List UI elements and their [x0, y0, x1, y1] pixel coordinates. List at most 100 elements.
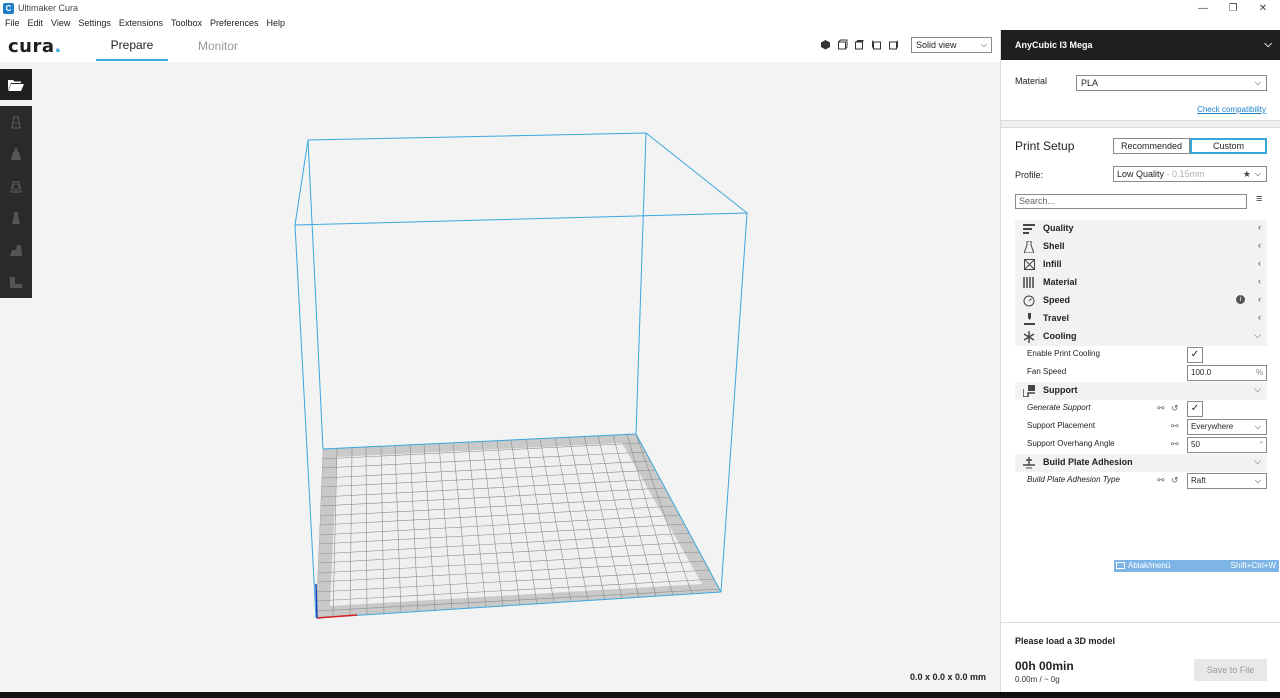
open-file-button[interactable] [0, 69, 32, 100]
reset-icon[interactable]: ↺ [1171, 403, 1179, 414]
info-icon[interactable]: i [1236, 295, 1245, 304]
cura-logo: cura. [8, 36, 62, 57]
support-overhang-unit: ° [1259, 440, 1263, 449]
3d-viewport[interactable] [32, 62, 1000, 692]
view-3d-icon[interactable] [820, 39, 831, 50]
menu-file[interactable]: File [5, 18, 20, 28]
category-cooling[interactable]: Cooling ⌵ [1015, 328, 1267, 346]
chevron-left-icon: ‹ [1258, 276, 1261, 286]
category-quality[interactable]: Quality ‹ [1015, 220, 1267, 238]
adhesion-type-value: Raft [1191, 476, 1206, 485]
setting-enable-print-cooling: Enable Print Cooling ✓ [1015, 346, 1267, 364]
generate-support-checkbox[interactable]: ✓ [1187, 401, 1203, 417]
support-placement-value: Everywhere [1191, 422, 1234, 431]
scale-tool-button[interactable] [0, 138, 32, 170]
app-header: cura. Prepare Monitor Solid view ⌵ [0, 30, 1000, 62]
category-infill[interactable]: Infill ‹ [1015, 256, 1267, 274]
tab-monitor[interactable]: Monitor [190, 30, 246, 61]
category-shell[interactable]: Shell ‹ [1015, 238, 1267, 256]
per-model-settings-button[interactable] [0, 234, 32, 266]
category-material[interactable]: Material ‹ [1015, 274, 1267, 292]
rotate-tool-button[interactable] [0, 170, 32, 202]
category-build-plate-adhesion[interactable]: Build Plate Adhesion ⌵ [1015, 454, 1267, 472]
chevron-down-icon: ⌵ [980, 40, 987, 49]
menu-edit[interactable]: Edit [28, 18, 44, 28]
chevron-down-icon: ⌵ [1254, 384, 1261, 394]
folder-open-icon [8, 79, 24, 91]
custom-mode-button[interactable]: Custom [1190, 138, 1267, 154]
profile-value: Low Quality [1117, 169, 1165, 179]
fan-speed-value: 100.0 [1191, 368, 1212, 377]
chevron-left-icon: ‹ [1258, 294, 1261, 304]
tab-prepare[interactable]: Prepare [96, 30, 168, 61]
menu-toolbox[interactable]: Toolbox [171, 18, 202, 28]
settings-visibility-menu-icon[interactable]: ≡ [1256, 193, 1262, 205]
setting-label: Support Placement [1027, 421, 1096, 430]
link-icon[interactable]: ⚯ [1157, 403, 1165, 414]
printer-selector[interactable]: AnyCubic I3 Mega ⌵ [1001, 30, 1280, 60]
window-menu-tooltip: Ablak/menü Shift+Ctrl+W [1114, 560, 1279, 572]
setting-label: Generate Support [1027, 403, 1091, 412]
check-compatibility-link[interactable]: Check compatibility [1197, 105, 1266, 114]
link-icon[interactable]: ⚯ [1171, 421, 1179, 432]
settings-search-input[interactable]: Search... [1015, 194, 1247, 209]
profile-select[interactable]: Low Quality - 0.15mm ★ ⌵ [1113, 166, 1267, 182]
menu-help[interactable]: Help [267, 18, 286, 28]
view-mode-select[interactable]: Solid view ⌵ [911, 37, 992, 53]
category-label: Speed [1043, 295, 1071, 305]
support-overhang-input[interactable]: 50 ° [1187, 437, 1267, 453]
view-front-icon[interactable] [837, 39, 848, 50]
category-label: Quality [1043, 223, 1074, 233]
adhesion-type-select[interactable]: Raft ⌵ [1187, 473, 1267, 489]
minimize-icon[interactable]: — [1188, 0, 1218, 16]
left-toolbar [0, 69, 32, 298]
support-blocker-icon [10, 277, 22, 288]
star-icon[interactable]: ★ [1243, 167, 1251, 181]
restore-icon[interactable]: ❐ [1218, 0, 1248, 16]
material-select[interactable]: PLA ⌵ [1076, 75, 1267, 91]
fan-speed-unit: % [1255, 368, 1263, 377]
category-speed[interactable]: Speed i ‹ [1015, 292, 1267, 310]
view-right-icon[interactable] [888, 39, 899, 50]
chevron-down-icon: ⌵ [1254, 456, 1261, 466]
material-label: Material [1015, 76, 1048, 86]
rotate-icon [10, 181, 22, 193]
view-top-icon[interactable] [854, 39, 865, 50]
profile-layer-height: - 0.15mm [1164, 169, 1205, 179]
fan-speed-input[interactable]: 100.0% [1187, 365, 1267, 381]
category-travel[interactable]: Travel ‹ [1015, 310, 1267, 328]
category-support[interactable]: Support ⌵ [1015, 382, 1267, 400]
link-icon[interactable]: ⚯ [1157, 475, 1165, 486]
category-label: Support [1043, 385, 1078, 395]
menu-view[interactable]: View [51, 18, 70, 28]
setting-fan-speed: Fan Speed 100.0% [1015, 364, 1267, 382]
menu-extensions[interactable]: Extensions [119, 18, 163, 28]
menu-preferences[interactable]: Preferences [210, 18, 259, 28]
chevron-left-icon: ‹ [1258, 312, 1261, 322]
category-label: Travel [1043, 313, 1070, 323]
setting-build-plate-adhesion-type: Build Plate Adhesion Type ⚯ ↺ Raft ⌵ [1015, 472, 1267, 490]
support-icon [1023, 384, 1035, 397]
menu-settings[interactable]: Settings [78, 18, 111, 28]
link-icon[interactable]: ⚯ [1171, 439, 1179, 450]
load-model-message: Please load a 3D model [1015, 636, 1116, 646]
print-setup-title: Print Setup [1015, 139, 1075, 153]
cooling-icon [1023, 330, 1035, 343]
recommended-mode-button[interactable]: Recommended [1113, 138, 1190, 154]
enable-print-cooling-checkbox[interactable]: ✓ [1187, 347, 1203, 363]
window-icon [1116, 562, 1125, 569]
view-left-icon[interactable] [871, 39, 882, 50]
close-icon[interactable]: ✕ [1248, 0, 1278, 16]
support-blocker-button[interactable] [0, 266, 32, 298]
mirror-tool-button[interactable] [0, 202, 32, 234]
support-placement-select[interactable]: Everywhere ⌵ [1187, 419, 1267, 435]
category-label: Build Plate Adhesion [1043, 457, 1133, 467]
move-tool-button[interactable] [0, 106, 32, 138]
infill-icon [1023, 258, 1035, 271]
setting-label: Fan Speed [1027, 367, 1067, 376]
model-dimensions: 0.0 x 0.0 x 0.0 mm [910, 672, 987, 682]
chevron-down-icon: ⌵ [1254, 330, 1261, 340]
save-to-file-button[interactable]: Save to File [1194, 659, 1267, 681]
os-taskbar [0, 692, 1280, 698]
reset-icon[interactable]: ↺ [1171, 475, 1179, 486]
